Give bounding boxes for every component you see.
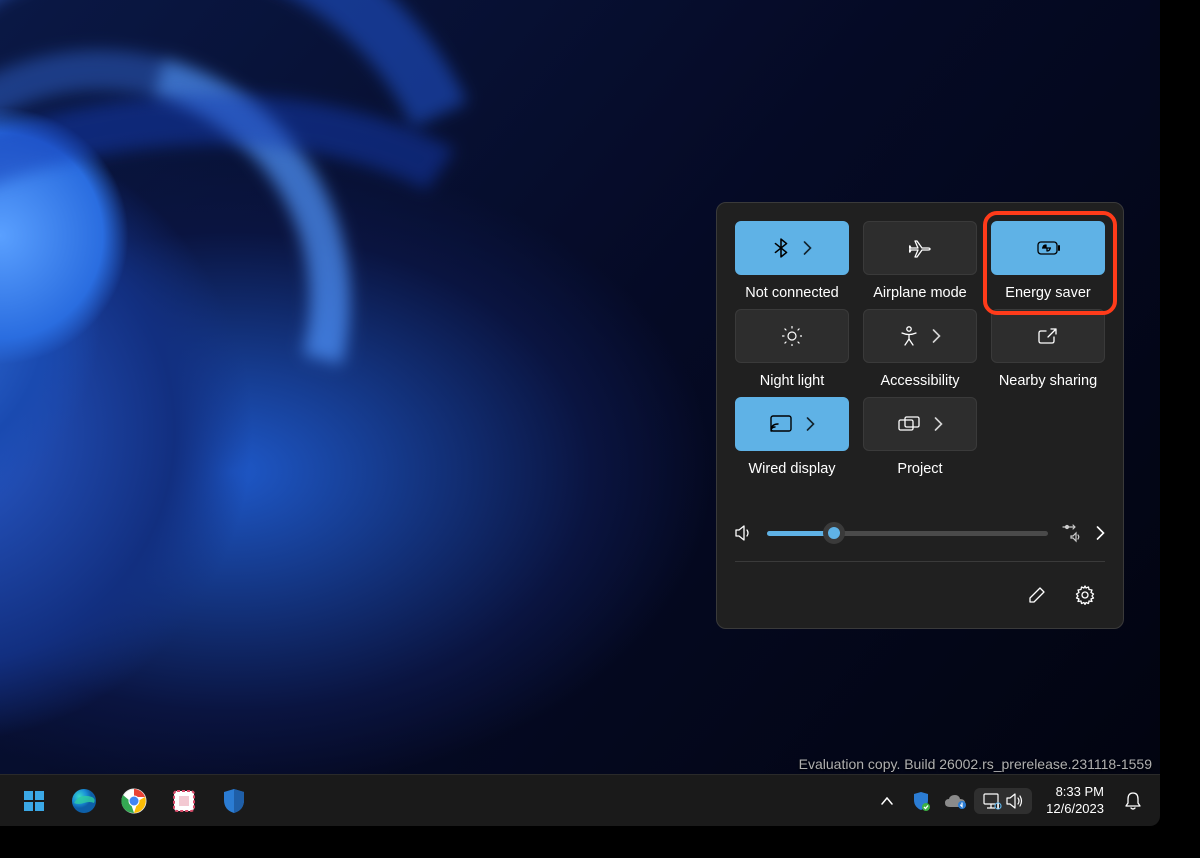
clock-date: 12/6/2023 — [1046, 801, 1104, 817]
taskbar: i 8:33 PM 12/6/2023 — [0, 774, 1160, 826]
chevron-right-icon — [803, 241, 812, 255]
start-button[interactable] — [12, 781, 56, 821]
airplane-label: Airplane mode — [873, 285, 967, 301]
airplane-icon — [909, 238, 931, 258]
accessibility-label: Accessibility — [881, 373, 960, 389]
chevron-right-icon — [932, 329, 941, 343]
cast-tile[interactable] — [735, 397, 849, 451]
notifications-button[interactable] — [1118, 781, 1148, 821]
speaker-icon — [1006, 793, 1024, 809]
sound-output-icon[interactable] — [1062, 523, 1082, 543]
chrome-icon[interactable] — [112, 781, 156, 821]
project-tile[interactable] — [863, 397, 977, 451]
taskbar-clock[interactable]: 8:33 PM 12/6/2023 — [1036, 784, 1114, 817]
watermark-text: Evaluation copy. Build 26002.rs_prerelea… — [799, 756, 1152, 772]
chevron-right-icon[interactable] — [1096, 526, 1105, 540]
settings-button[interactable] — [1065, 576, 1105, 614]
cast-icon — [770, 415, 792, 433]
nearby-sharing-label: Nearby sharing — [999, 373, 1097, 389]
chevron-right-icon — [934, 417, 943, 431]
nearby-sharing-icon — [1038, 327, 1058, 345]
chevron-right-icon — [806, 417, 815, 431]
volume-slider[interactable] — [767, 523, 1048, 543]
system-tray-network-sound[interactable]: i — [974, 788, 1032, 814]
bluetooth-icon — [773, 238, 789, 258]
svg-text:i: i — [998, 804, 999, 810]
cast-label: Wired display — [748, 461, 835, 477]
project-label: Project — [897, 461, 942, 477]
tray-onedrive-icon[interactable] — [940, 781, 970, 821]
security-icon[interactable] — [212, 781, 256, 821]
snipping-tool-icon[interactable] — [162, 781, 206, 821]
tray-overflow-chevron[interactable] — [872, 781, 902, 821]
quick-settings-panel: Not connected Airplane mode Energy s — [716, 202, 1124, 629]
accessibility-tile[interactable] — [863, 309, 977, 363]
energy-saver-label: Energy saver — [1005, 285, 1090, 301]
airplane-tile[interactable] — [863, 221, 977, 275]
project-icon — [898, 416, 920, 432]
network-icon: i — [982, 792, 1002, 810]
energy-saver-tile[interactable] — [991, 221, 1105, 275]
night-light-tile[interactable] — [735, 309, 849, 363]
clock-time: 8:33 PM — [1046, 784, 1104, 800]
bluetooth-tile[interactable] — [735, 221, 849, 275]
edge-icon[interactable] — [62, 781, 106, 821]
energy-saver-icon — [1035, 240, 1061, 256]
tray-security-icon[interactable] — [906, 781, 936, 821]
night-light-icon — [782, 326, 802, 346]
nearby-sharing-tile[interactable] — [991, 309, 1105, 363]
night-light-label: Night light — [760, 373, 824, 389]
speaker-icon[interactable] — [735, 525, 753, 541]
accessibility-icon — [900, 326, 918, 346]
edit-quick-settings-button[interactable] — [1017, 576, 1057, 614]
bluetooth-label: Not connected — [745, 285, 839, 301]
